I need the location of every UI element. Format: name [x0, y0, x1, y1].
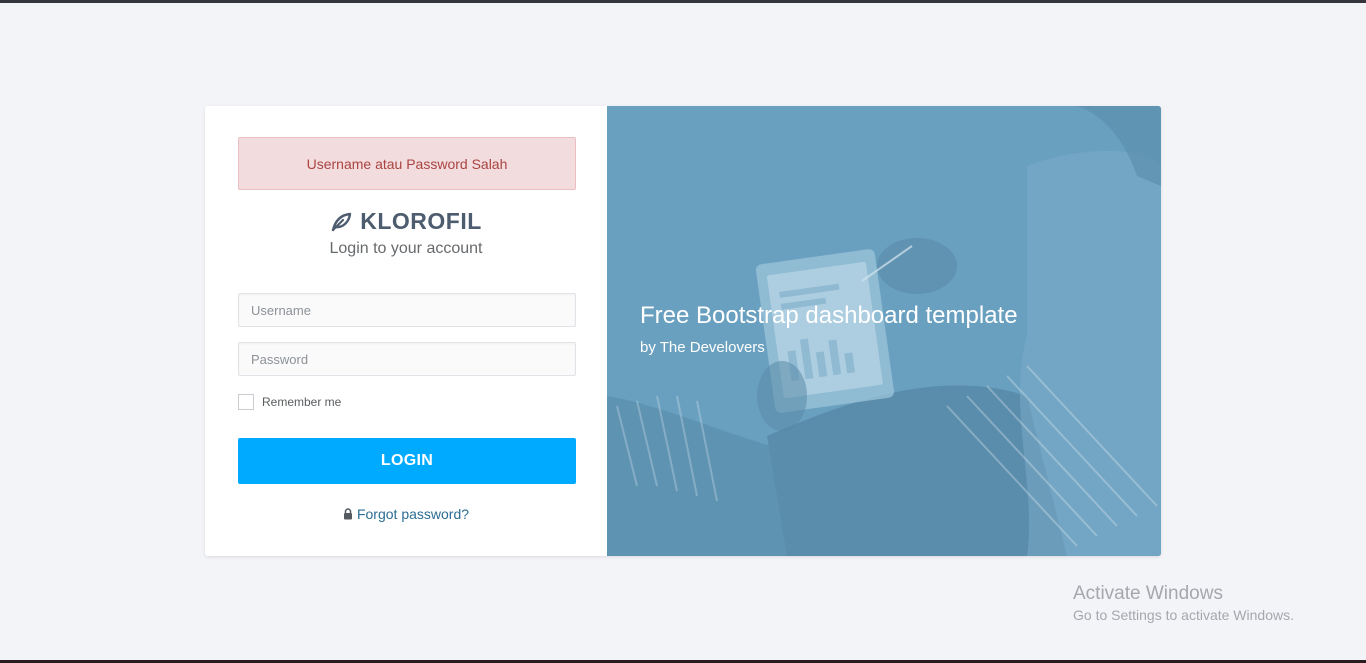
browser-top-edge — [0, 0, 1366, 3]
login-button-label: LOGIN — [380, 452, 434, 469]
brand-name: KLOROFIL — [360, 208, 482, 234]
lock-icon — [343, 508, 352, 520]
username-input[interactable] — [238, 293, 576, 327]
hero-title: Free Bootstrap dashboard template — [640, 302, 1018, 329]
hero-background-image — [607, 106, 1161, 556]
remember-me[interactable]: Remember me — [238, 394, 341, 410]
forgot-password: Forgot password? — [205, 506, 607, 522]
hero-byline: by The Develovers — [640, 339, 765, 356]
windows-activation-watermark: Activate Windows Go to Settings to activ… — [1073, 583, 1294, 623]
password-input[interactable] — [238, 342, 576, 376]
remember-me-checkbox[interactable] — [238, 394, 254, 410]
leaf-icon — [332, 212, 352, 231]
login-subtitle: Login to your account — [329, 240, 483, 257]
login-panel: Username atau Password Salah KLOROFIL Lo… — [205, 106, 607, 556]
remember-me-label: Remember me — [262, 395, 342, 409]
error-alert: Username atau Password Salah — [238, 137, 576, 190]
login-button[interactable]: LOGIN — [238, 438, 576, 484]
brand-logo: KLOROFIL — [205, 208, 607, 235]
error-alert-text: Username atau Password Salah — [306, 155, 508, 172]
forgot-password-link[interactable]: Forgot password? — [357, 506, 469, 522]
hero-panel: Free Bootstrap dashboard template by The… — [607, 106, 1161, 556]
watermark-title: Activate Windows — [1073, 583, 1223, 604]
auth-box: Username atau Password Salah KLOROFIL Lo… — [205, 106, 1161, 556]
watermark-subtitle: Go to Settings to activate Windows. — [1073, 607, 1294, 623]
